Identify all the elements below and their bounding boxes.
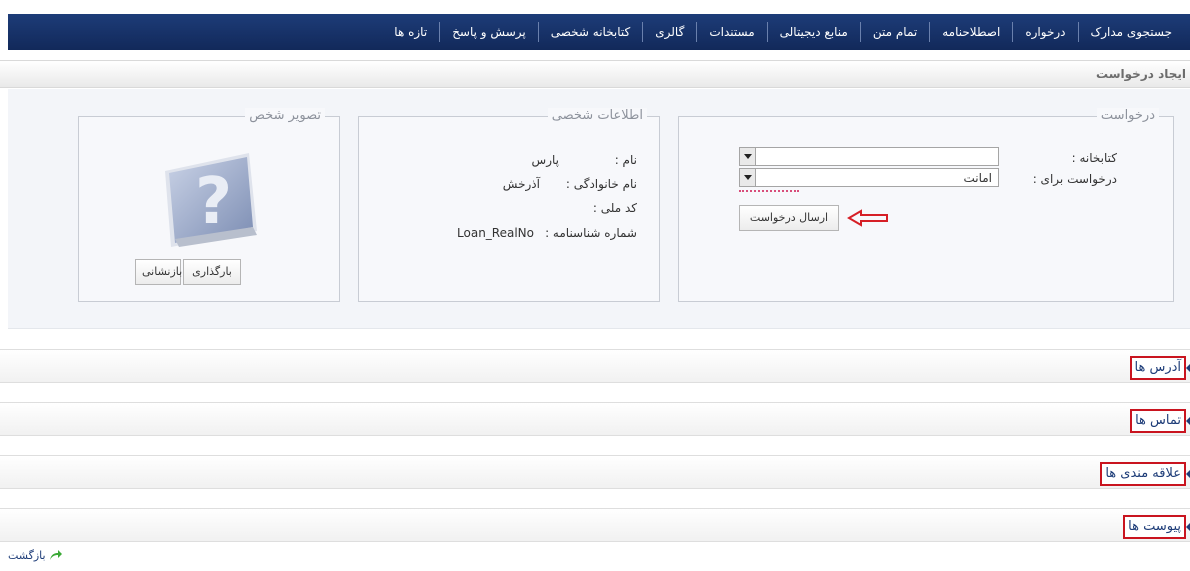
unknown-photo-icon: ? bbox=[165, 153, 257, 247]
id-number-label: شماره شناسنامه : bbox=[545, 226, 637, 240]
back-arrow-icon bbox=[50, 550, 63, 560]
name-label: نام : bbox=[614, 153, 637, 167]
section-attachments-label[interactable]: پیوست ها bbox=[1123, 515, 1186, 539]
page-title: ایجاد درخواست bbox=[1096, 67, 1186, 81]
request-for-label: درخواست برای : bbox=[1032, 172, 1117, 186]
library-label: کتابخانه : bbox=[1071, 151, 1117, 165]
nav-documents[interactable]: مستندات bbox=[696, 22, 766, 42]
expand-arrow-icon bbox=[1186, 417, 1190, 425]
reset-button[interactable]: بازنشانی bbox=[135, 259, 182, 285]
section-contacts-label[interactable]: تماس ها bbox=[1130, 409, 1186, 433]
family-label: نام خانوادگی : bbox=[565, 177, 637, 191]
nav-personal-library[interactable]: کتابخانه شخصی bbox=[537, 22, 643, 42]
section-addresses-label[interactable]: آدرس ها bbox=[1129, 356, 1186, 380]
back-label: بازگشت bbox=[8, 549, 46, 562]
nav-gallery[interactable]: گالری bbox=[642, 22, 696, 42]
arrow-left-icon bbox=[847, 209, 888, 227]
id-number-value: Loan_RealNo bbox=[457, 226, 534, 240]
section-addresses[interactable]: آدرس ها bbox=[0, 349, 1190, 383]
back-link[interactable]: بازگشت bbox=[8, 549, 63, 562]
name-value: پارس bbox=[531, 153, 559, 167]
request-for-select[interactable]: امانت bbox=[739, 168, 999, 187]
submit-request-button[interactable]: ارسال درخواست bbox=[739, 205, 839, 231]
nav-news[interactable]: تازه ها bbox=[382, 22, 439, 42]
section-attachments[interactable]: پیوست ها bbox=[0, 508, 1190, 542]
section-contacts[interactable]: تماس ها bbox=[0, 402, 1190, 436]
nav-full-text[interactable]: تمام متن bbox=[859, 22, 929, 42]
nav-digital-resources[interactable]: منابع دیجیتالی bbox=[766, 22, 860, 42]
svg-text:?: ? bbox=[195, 165, 232, 239]
photo-legend: تصویر شخص bbox=[245, 108, 325, 123]
request-legend: درخواست bbox=[1096, 108, 1159, 123]
nav-search-documents[interactable]: جستجوی مدارک bbox=[1077, 22, 1185, 42]
expand-arrow-icon bbox=[1186, 364, 1190, 372]
section-interests-label[interactable]: علاقه مندی ها bbox=[1100, 462, 1186, 486]
library-select[interactable] bbox=[739, 147, 999, 166]
nav-tree[interactable]: درخواره bbox=[1012, 22, 1077, 42]
request-for-value: امانت bbox=[963, 171, 992, 185]
top-navigation: جستجوی مدارک درخواره اصطلاحنامه تمام متن… bbox=[8, 14, 1190, 50]
expand-arrow-icon bbox=[1186, 470, 1190, 478]
chevron-down-icon bbox=[740, 148, 756, 165]
nav-q-and-a[interactable]: پرسش و پاسخ bbox=[439, 22, 538, 42]
personal-info-fieldset: اطلاعات شخصی نام : پارس نام خانوادگی : آ… bbox=[358, 108, 660, 302]
error-indicator bbox=[739, 190, 799, 193]
request-fieldset: درخواست کتابخانه : درخواست برای : امانت … bbox=[678, 108, 1174, 302]
nav-thesaurus[interactable]: اصطلاحنامه bbox=[929, 22, 1012, 42]
national-code-label: کد ملی : bbox=[592, 201, 637, 215]
page-header: ایجاد درخواست bbox=[0, 60, 1190, 88]
family-value: آذرخش bbox=[502, 177, 540, 191]
photo-fieldset: تصویر شخص ? بارگذاری بازنشانی bbox=[78, 108, 340, 302]
upload-button[interactable]: بارگذاری bbox=[183, 259, 241, 285]
expand-arrow-icon bbox=[1186, 523, 1190, 531]
chevron-down-icon bbox=[740, 169, 756, 186]
personal-legend: اطلاعات شخصی bbox=[547, 108, 647, 123]
section-interests[interactable]: علاقه مندی ها bbox=[0, 455, 1190, 489]
